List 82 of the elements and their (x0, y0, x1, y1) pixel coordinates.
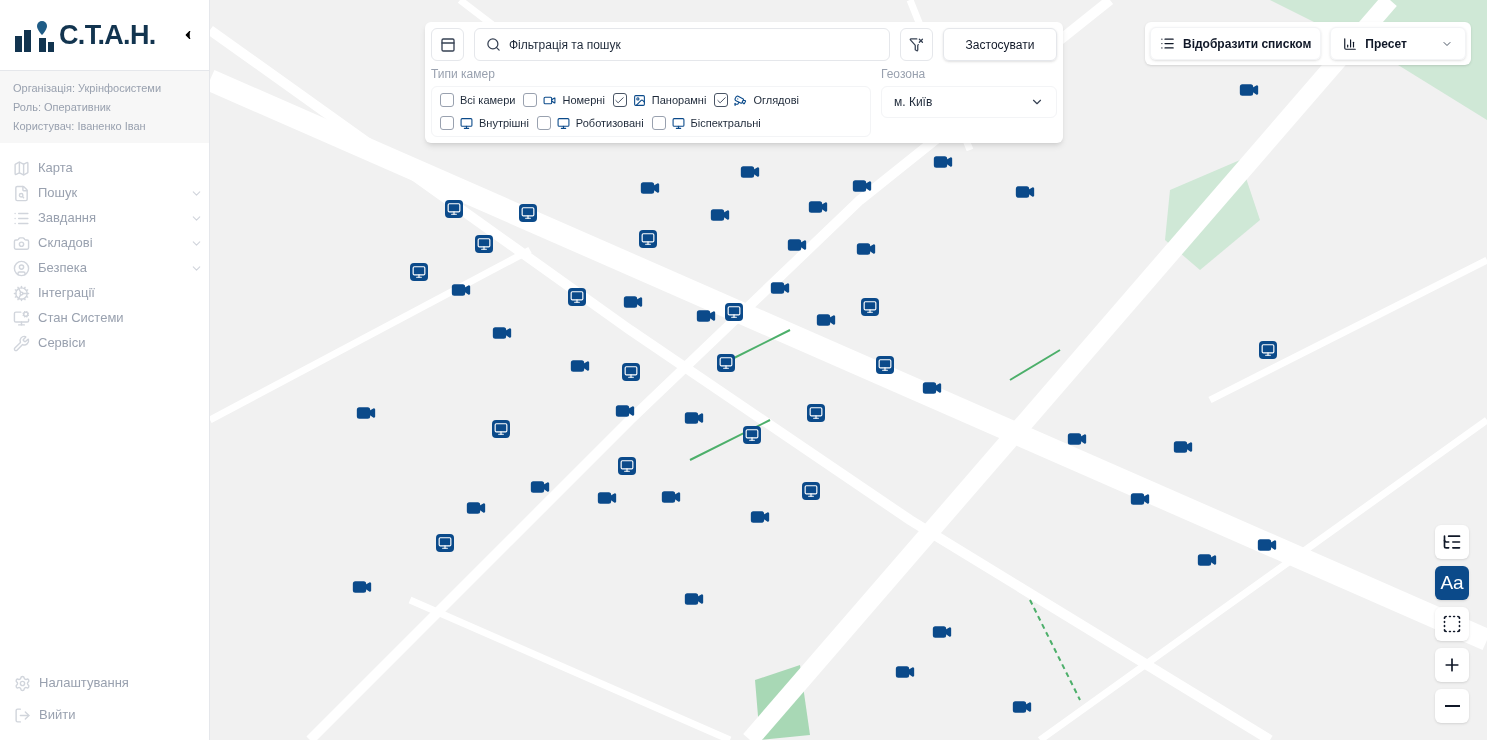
camera-marker-icon[interactable] (743, 426, 761, 444)
checkbox-label: Внутрішні (479, 115, 529, 131)
chart-icon (1343, 36, 1358, 51)
section-label: Типи камер (431, 66, 496, 83)
filter-clear-icon (909, 37, 924, 52)
user-icon (13, 259, 30, 277)
section-label: Геозона (881, 66, 927, 83)
monitor-icon (13, 309, 30, 327)
apply-button[interactable]: Застосувати (943, 28, 1057, 61)
image-icon (632, 93, 646, 107)
user-info-text: Організація: Укрінфосистеми (13, 81, 163, 95)
gear-icon (13, 284, 30, 302)
camera-marker-icon[interactable] (568, 288, 586, 306)
sidebar-item[interactable]: Стан Системи (0, 307, 209, 329)
sidebar-item[interactable]: Пошук (0, 182, 209, 204)
settings-icon (14, 674, 31, 692)
checkbox-label: Оглядові (753, 92, 799, 108)
panel-icon (439, 36, 456, 53)
layout-button[interactable] (431, 28, 464, 61)
camera-marker-icon[interactable] (725, 303, 743, 321)
geozone-dropdown[interactable]: м. Київ (881, 86, 1057, 118)
checkbox[interactable] (536, 116, 551, 130)
camera-icon (13, 234, 30, 252)
map-icon (13, 159, 30, 177)
camera-marker-icon[interactable] (519, 204, 537, 222)
search-icon (486, 37, 501, 52)
camera-marker-icon[interactable] (410, 263, 428, 281)
map-control-button[interactable] (1435, 648, 1469, 682)
checkbox[interactable] (523, 93, 538, 107)
user-info-text: Роль: Оперативник (13, 100, 112, 114)
camera-marker-icon[interactable] (876, 356, 894, 374)
sidebar-item[interactable]: Вийти (0, 704, 209, 726)
map-control-button[interactable] (1435, 607, 1469, 641)
camera-marker-icon[interactable] (1259, 341, 1277, 359)
preset-dropdown[interactable]: Пресет (1330, 27, 1467, 60)
checkbox[interactable] (440, 93, 454, 107)
camera-marker-icon[interactable] (802, 482, 820, 500)
monitor-icon (671, 116, 685, 130)
camera-marker-icon[interactable] (618, 457, 636, 475)
checkbox[interactable] (440, 116, 454, 130)
monitor-icon (460, 116, 473, 130)
sidebar-item[interactable]: Безпека (0, 257, 209, 279)
camera-marker-icon[interactable] (475, 235, 493, 253)
checkbox-label: Всі камери (460, 92, 516, 108)
logout-icon (14, 706, 31, 724)
logo-text: С.Т.А.Н. (59, 18, 156, 52)
wrench-icon (13, 334, 30, 352)
file-search-icon (13, 184, 30, 202)
checkbox-label: Номерні (562, 92, 605, 108)
list-view-button[interactable]: Відобразити списком (1150, 27, 1322, 60)
map-control-button[interactable] (1435, 525, 1469, 559)
sidebar-item[interactable]: Завдання (0, 207, 209, 229)
sidebar-item[interactable]: Карта (0, 157, 209, 179)
camera-marker-icon[interactable] (492, 420, 510, 438)
sidebar-item[interactable]: Інтеграції (0, 282, 209, 304)
user-info-text: Користувач: Іваненко Іван (13, 119, 147, 133)
camera-marker-icon[interactable] (807, 404, 825, 422)
sidebar-item[interactable]: Сервіси (0, 332, 209, 354)
checkbox[interactable] (714, 93, 729, 107)
map-control-button[interactable] (1435, 689, 1469, 723)
camera-icon (734, 93, 748, 107)
monitor-icon (556, 116, 570, 130)
checkbox[interactable] (612, 93, 627, 107)
checkbox[interactable] (651, 116, 666, 130)
logo-icon (15, 18, 55, 52)
camera-marker-icon[interactable] (861, 298, 879, 316)
camera-marker-icon[interactable] (436, 534, 454, 552)
checkbox-label: Панорамні (651, 92, 707, 108)
search-field[interactable]: Фільтрація та пошук (474, 28, 890, 61)
camera-marker-icon[interactable] (717, 354, 735, 372)
sidebar-item[interactable]: Складові (0, 232, 209, 254)
checkbox-label: Біспектральні (690, 115, 761, 131)
selection-icon (1442, 614, 1462, 634)
legend-icon (1442, 532, 1462, 552)
map-control-button[interactable]: Aa (1435, 566, 1469, 600)
checkbox-label: Роботизовані (575, 115, 644, 131)
camera-marker-icon[interactable] (622, 363, 640, 381)
sidebar-item[interactable]: Налаштування (0, 672, 209, 694)
camera-marker-icon[interactable] (639, 230, 657, 248)
clear-filter-button[interactable] (900, 28, 933, 61)
list-icon (1160, 36, 1175, 51)
camera-marker-icon[interactable] (445, 200, 463, 218)
